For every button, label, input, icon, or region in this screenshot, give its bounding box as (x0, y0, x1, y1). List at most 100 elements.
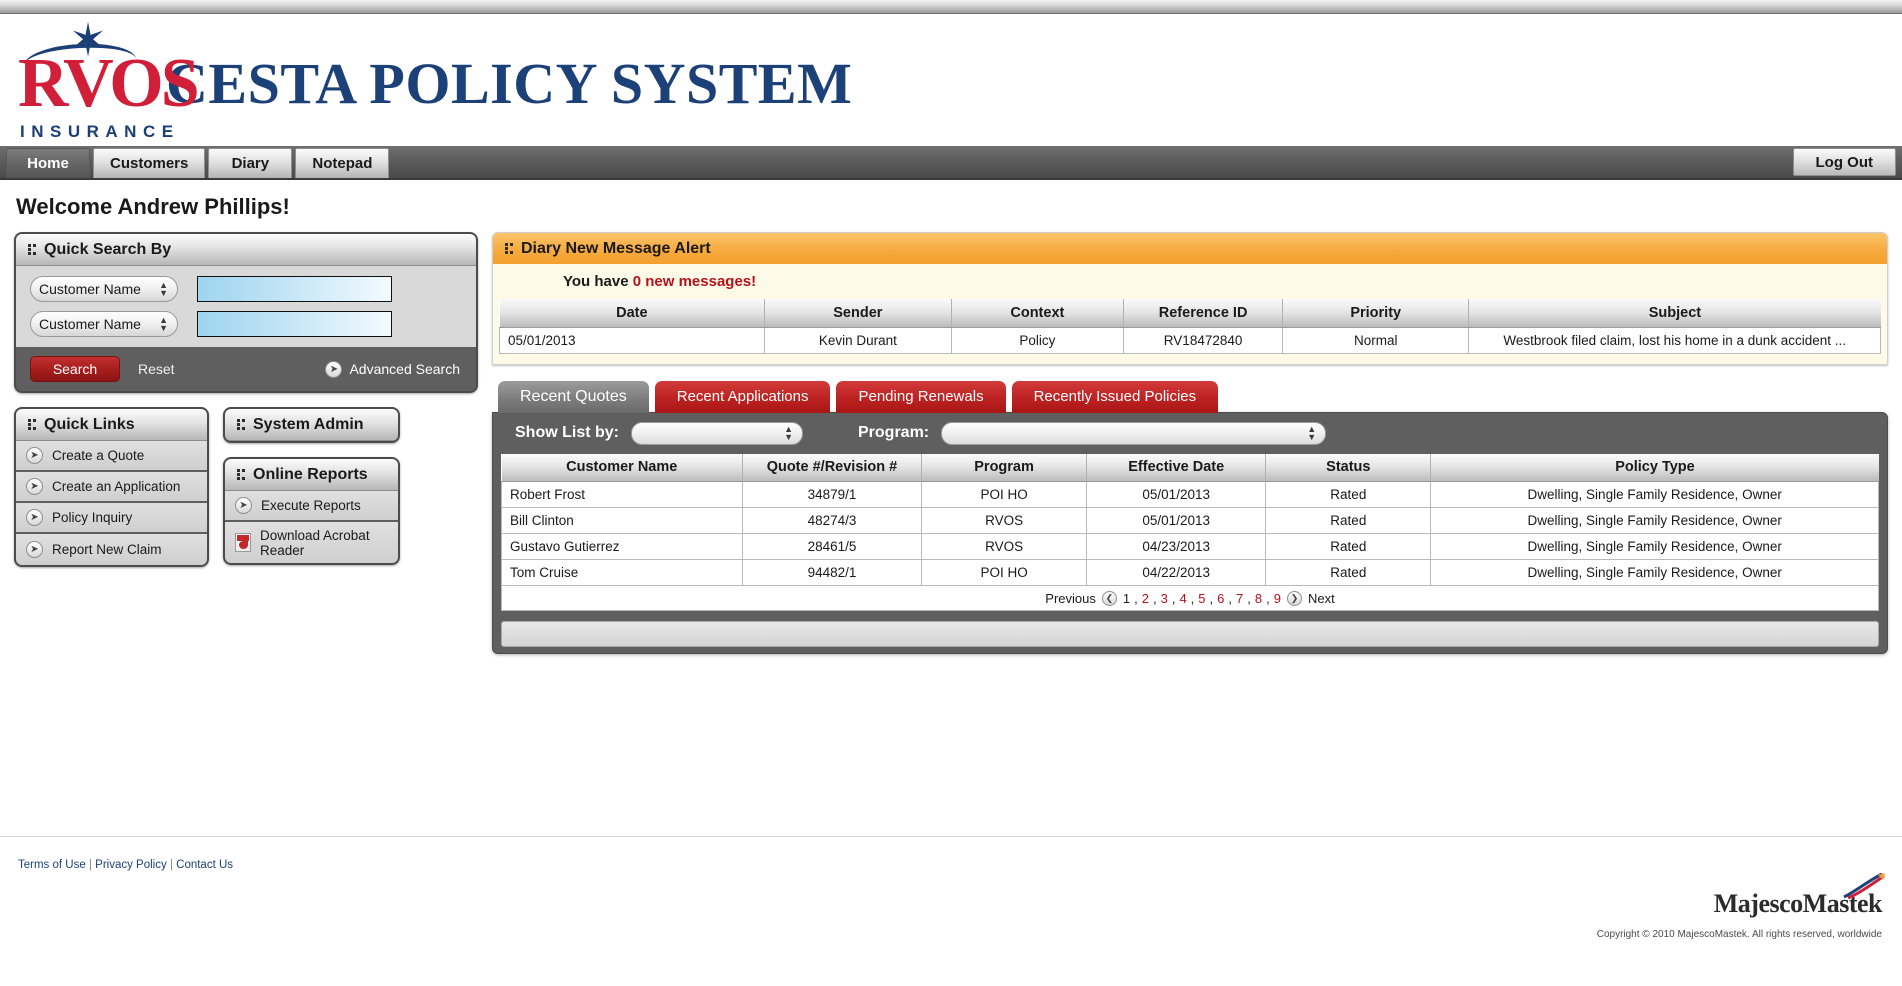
search-input-2[interactable] (197, 311, 392, 337)
pg-comma-1: , (1134, 590, 1138, 606)
report-link-execute-reports[interactable]: ➤ Execute Reports (225, 491, 398, 522)
nav-tab-diary[interactable]: Diary (208, 148, 293, 178)
diary-col-date[interactable]: Date (499, 299, 766, 328)
program-select[interactable]: ▲ ▼ (941, 421, 1327, 445)
quick-links-container: Quick Links ➤ Create a Quote ➤ Create an… (14, 407, 209, 567)
page-7[interactable]: 7 (1236, 591, 1243, 606)
chevron-updown-icon: ▲ ▼ (159, 315, 168, 333)
quotes-col-quote-revision[interactable]: Quote #/Revision # (742, 453, 922, 482)
logout-button[interactable]: Log Out (1792, 148, 1896, 176)
quick-search-body: Customer Name ▲ ▼ Customer Name ▲ ▼ (16, 266, 476, 347)
page-footer: Terms of Use | Privacy Policy | Contact … (0, 836, 1902, 986)
right-column: Diary New Message Alert You have 0 new m… (492, 232, 1888, 654)
page-6[interactable]: 6 (1217, 591, 1224, 606)
search-field-select-2[interactable]: Customer Name ▲ ▼ (30, 311, 178, 337)
system-admin-header[interactable]: System Admin (225, 409, 398, 441)
search-input-1[interactable] (197, 276, 392, 302)
report-link-download-acrobat[interactable]: Download Acrobat Reader (225, 522, 398, 563)
arrow-right-icon[interactable]: ❯ (1286, 590, 1302, 606)
drag-handle-icon[interactable] (505, 243, 514, 254)
quick-search-panel: Quick Search By Customer Name ▲ ▼ Custome… (14, 232, 478, 393)
tab-recent-applications[interactable]: Recent Applications (654, 380, 831, 413)
quick-search-row-1: Customer Name ▲ ▼ (30, 276, 462, 302)
quotes-cell-customer-name: Gustavo Gutierrez (501, 533, 743, 560)
tab-recent-quotes[interactable]: Recent Quotes (498, 380, 649, 413)
diary-col-subject[interactable]: Subject (1468, 299, 1881, 328)
online-reports-title: Online Reports (253, 465, 368, 483)
diary-message-prefix: You have (563, 273, 633, 290)
quick-link-report-new-claim[interactable]: ➤ Report New Claim (16, 534, 207, 565)
arrow-right-icon: ➤ (235, 497, 252, 514)
quotes-col-customer-name[interactable]: Customer Name (501, 453, 743, 482)
page-2[interactable]: 2 (1142, 591, 1149, 606)
quotes-col-program[interactable]: Program (921, 453, 1088, 482)
nav-tab-notepad[interactable]: Notepad (295, 148, 390, 178)
table-row[interactable]: Gustavo Gutierrez 28461/5 RVOS 04/23/201… (501, 533, 1879, 560)
quotes-col-effective-date[interactable]: Effective Date (1086, 453, 1267, 482)
diary-cell-context: Policy (950, 326, 1125, 354)
footer-link-privacy[interactable]: Privacy Policy (95, 859, 167, 871)
pg-comma-2: , (1152, 590, 1157, 606)
page-3[interactable]: 3 (1161, 591, 1168, 606)
page-4[interactable]: 4 (1179, 591, 1186, 606)
reset-button[interactable]: Reset (138, 361, 175, 377)
search-field-select-1[interactable]: Customer Name ▲ ▼ (30, 276, 178, 302)
quotes-cell-effective-date: 05/01/2013 (1086, 481, 1267, 508)
diary-col-sender[interactable]: Sender (764, 299, 952, 328)
diary-col-reference-id[interactable]: Reference ID (1123, 299, 1283, 328)
footer-link-contact[interactable]: Contact Us (176, 859, 233, 871)
quotes-col-policy-type[interactable]: Policy Type (1430, 453, 1879, 482)
tab-recently-issued-policies[interactable]: Recently Issued Policies (1011, 380, 1219, 413)
admin-reports-column: System Admin Online Reports ➤ Execute Re… (223, 407, 400, 567)
pagination-next[interactable]: Next (1308, 591, 1335, 606)
table-row[interactable]: 05/01/2013 Kevin Durant Policy RV1847284… (498, 326, 1881, 354)
tab-pending-renewals[interactable]: Pending Renewals (836, 380, 1006, 413)
drag-handle-icon[interactable] (237, 469, 246, 480)
page-9[interactable]: 9 (1274, 591, 1281, 606)
arrow-right-icon: ➤ (325, 360, 343, 378)
quotes-cell-quote-revision: 48274/3 (741, 507, 922, 534)
arrow-right-icon: ➤ (26, 541, 43, 558)
page-title: CESTA POLICY SYSTEM (166, 50, 853, 116)
page-5[interactable]: 5 (1198, 591, 1205, 606)
drag-handle-icon[interactable] (28, 244, 37, 255)
quick-link-policy-inquiry[interactable]: ➤ Policy Inquiry (16, 503, 207, 534)
page-1[interactable]: 1 (1123, 591, 1130, 606)
quotes-col-status[interactable]: Status (1265, 453, 1432, 482)
pg-comma-5: , (1209, 590, 1214, 606)
pagination-previous[interactable]: Previous (1045, 591, 1096, 606)
nav-tab-home[interactable]: Home (6, 148, 90, 178)
quotes-table: Customer Name Quote #/Revision # Program… (501, 453, 1879, 586)
quotes-cell-policy-type: Dwelling, Single Family Residence, Owner (1430, 559, 1879, 586)
diary-table: Date Sender Context Reference ID Priorit… (498, 299, 1881, 354)
pg-comma-8: , (1266, 590, 1270, 606)
drag-handle-icon[interactable] (237, 419, 246, 430)
pagination: Previous ❮ 1, 2, 3, 4, 5, 6, 7, 8, 9 ❯ N… (501, 586, 1879, 611)
search-field-select-1-value: Customer Name (39, 281, 141, 297)
nav-tab-customers[interactable]: Customers (93, 148, 206, 178)
quotes-cell-quote-revision: 28461/5 (741, 533, 922, 560)
advanced-search-link[interactable]: ➤ Advanced Search (325, 360, 460, 378)
show-list-by-select[interactable]: ▲ ▼ (631, 421, 803, 445)
search-button[interactable]: Search (30, 356, 120, 382)
left-column: Quick Search By Customer Name ▲ ▼ Custome… (14, 232, 478, 567)
table-row[interactable]: Robert Frost 34879/1 POI HO 05/01/2013 R… (501, 481, 1879, 508)
arrow-left-icon[interactable]: ❮ (1101, 590, 1117, 606)
diary-col-context[interactable]: Context (951, 299, 1125, 328)
page-8[interactable]: 8 (1255, 591, 1262, 606)
chevron-updown-icon: ▲ ▼ (1307, 424, 1317, 442)
footer-link-terms[interactable]: Terms of Use (18, 859, 86, 871)
quotes-cell-effective-date: 04/23/2013 (1086, 533, 1267, 560)
main-content: Quick Search By Customer Name ▲ ▼ Custome… (0, 232, 1902, 654)
quick-link-create-application[interactable]: ➤ Create an Application (16, 472, 207, 503)
quotes-cell-policy-type: Dwelling, Single Family Residence, Owner (1430, 507, 1879, 534)
quick-links-title: Quick Links (44, 415, 135, 433)
table-row[interactable]: Tom Cruise 94482/1 POI HO 04/22/2013 Rat… (501, 559, 1879, 586)
drag-handle-icon[interactable] (28, 419, 37, 430)
quick-link-create-quote[interactable]: ➤ Create a Quote (16, 441, 207, 472)
quick-link-label: Report New Claim (52, 542, 162, 557)
search-field-select-2-value: Customer Name (39, 316, 141, 332)
quick-search-header: Quick Search By (16, 234, 476, 266)
table-row[interactable]: Bill Clinton 48274/3 RVOS 05/01/2013 Rat… (501, 507, 1879, 534)
diary-col-priority[interactable]: Priority (1282, 299, 1470, 328)
